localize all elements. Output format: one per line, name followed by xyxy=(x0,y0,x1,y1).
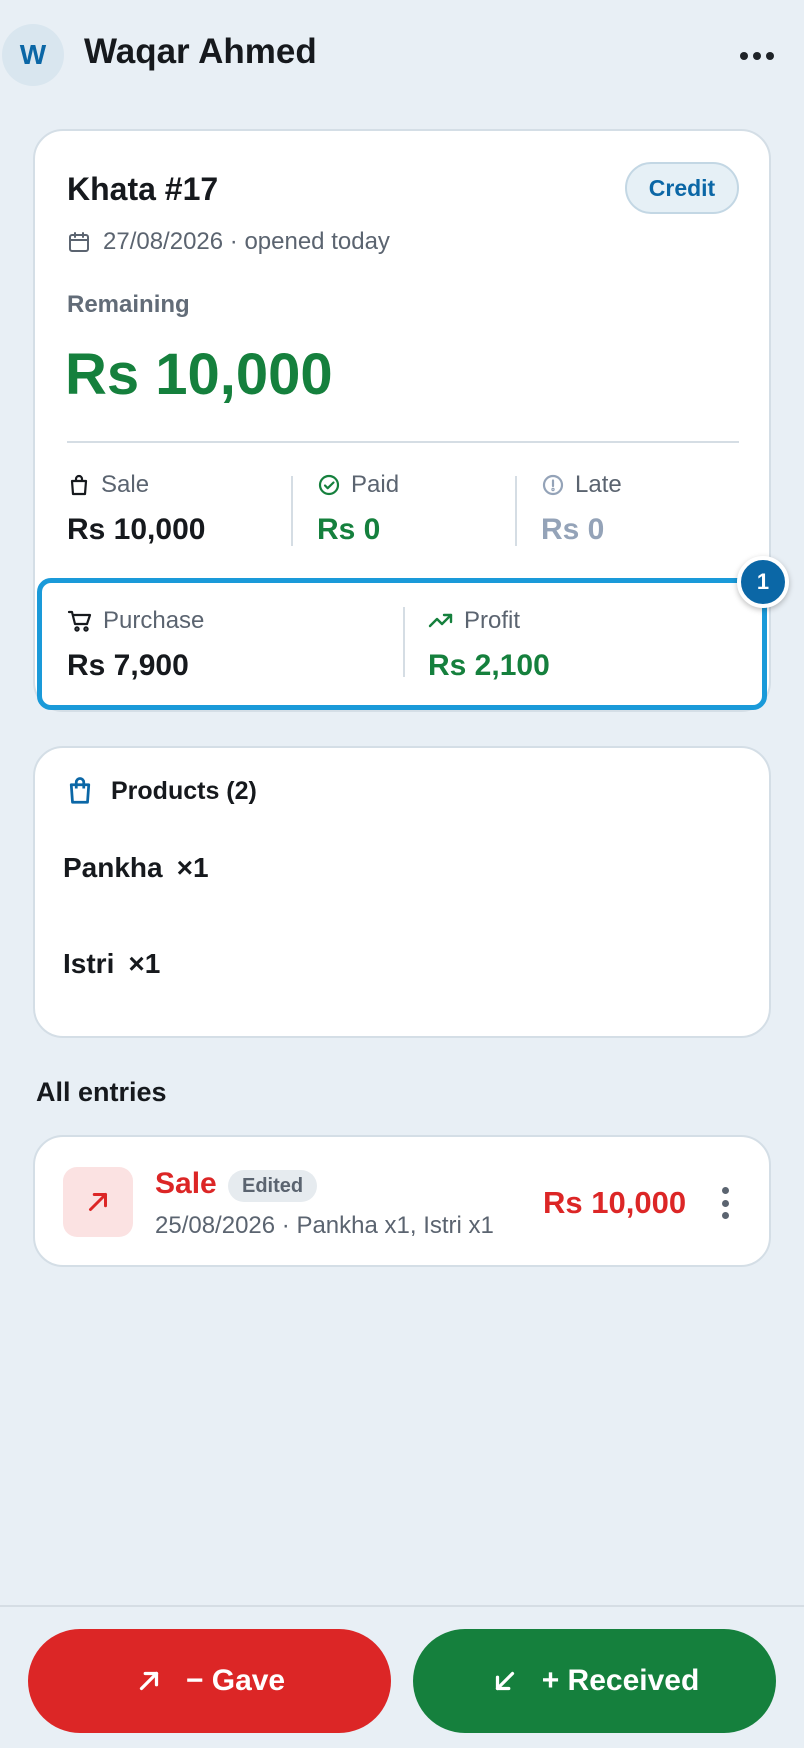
stat-paid-value: Rs 0 xyxy=(317,513,381,546)
entry-type-icon xyxy=(63,1167,133,1237)
product-qty: ×1 xyxy=(176,852,209,883)
profit-highlight-box[interactable]: Purchase Rs 7,900 Profit Rs 2,100 xyxy=(37,578,767,710)
products-header: Products (2) xyxy=(65,776,257,806)
profit-value: Rs 2,100 xyxy=(428,649,550,682)
remaining-value: Rs 10,000 xyxy=(65,342,333,407)
product-name: Istri xyxy=(63,948,115,979)
trending-up-icon xyxy=(428,613,453,628)
product-qty: ×1 xyxy=(128,948,161,979)
stat-separator xyxy=(403,607,405,677)
credit-badge[interactable]: Credit xyxy=(625,162,739,214)
entry-amount: Rs 10,000 xyxy=(543,1185,687,1220)
stat-late-label: Late xyxy=(575,471,622,498)
entry-type: Sale xyxy=(155,1167,217,1200)
stat-paid-label: Paid xyxy=(351,471,400,498)
received-button[interactable]: + Received xyxy=(413,1629,776,1733)
step-badge: 1 xyxy=(737,556,789,608)
khata-title: Khata #17 xyxy=(67,171,219,207)
shopping-bag-icon xyxy=(69,777,91,804)
stat-profit: Profit Rs 2,100 xyxy=(428,607,550,683)
shopping-bag-icon xyxy=(70,474,88,496)
top-bar: W Waqar Ahmed xyxy=(0,0,804,112)
gave-button[interactable]: − Gave xyxy=(28,1629,391,1733)
arrow-up-right-icon xyxy=(89,1193,107,1211)
remaining-label: Remaining xyxy=(67,291,190,318)
khata-date-row: 27/08/2026 · opened today xyxy=(67,228,390,256)
stat-late-value: Rs 0 xyxy=(541,513,605,546)
gave-button-label: − Gave xyxy=(185,1664,286,1697)
entry-meta: 25/08/2026 · Pankha x1, Istri x1 xyxy=(155,1212,494,1239)
divider xyxy=(67,441,739,443)
stat-separator xyxy=(291,476,293,546)
stat-sale: Sale Rs 10,000 xyxy=(67,471,205,547)
stat-purchase: Purchase Rs 7,900 xyxy=(67,607,204,683)
more-vertical-icon xyxy=(721,1187,729,1194)
product-name: Pankha xyxy=(63,852,163,883)
products-card: Products (2) Pankha ×1 Istri ×1 xyxy=(33,746,771,1038)
cart-icon xyxy=(67,610,92,632)
calendar-icon xyxy=(69,232,89,252)
entry-more-button[interactable] xyxy=(717,1183,733,1223)
product-item[interactable]: Istri ×1 xyxy=(63,948,160,980)
purchase-label: Purchase xyxy=(103,607,205,634)
more-vertical-icon-dot xyxy=(721,1212,729,1219)
more-horizontal-icon-dot xyxy=(753,52,761,60)
check-circle-icon xyxy=(318,474,340,496)
bottom-action-bar: − Gave + Received xyxy=(0,1605,804,1748)
stat-late: Late Rs 0 xyxy=(541,471,622,547)
khata-date: 27/08/2026 · opened today xyxy=(103,228,390,255)
arrow-down-left-icon xyxy=(495,1671,514,1691)
profit-label: Profit xyxy=(464,607,521,634)
purchase-value: Rs 7,900 xyxy=(67,649,189,682)
arrow-up-right-icon xyxy=(139,1671,158,1691)
alert-circle-icon xyxy=(542,474,564,496)
received-button-label: + Received xyxy=(541,1664,700,1697)
stat-sale-label: Sale xyxy=(101,471,150,498)
stat-sale-value: Rs 10,000 xyxy=(67,513,206,546)
stat-separator xyxy=(515,476,517,546)
products-heading: Products (2) xyxy=(111,776,257,805)
more-horizontal-icon xyxy=(740,52,748,60)
avatar[interactable]: W xyxy=(2,24,64,86)
more-horizontal-icon-dot xyxy=(766,52,774,60)
entry-row[interactable]: Sale Edited 25/08/2026 · Pankha x1, Istr… xyxy=(33,1135,771,1267)
khata-summary-card: Khata #17 Credit 27/08/2026 · opened tod… xyxy=(33,129,771,712)
stat-paid: Paid Rs 0 xyxy=(317,471,399,547)
product-item[interactable]: Pankha ×1 xyxy=(63,852,209,884)
edited-badge: Edited xyxy=(228,1170,318,1202)
entries-heading: All entries xyxy=(36,1077,167,1107)
customer-name: Waqar Ahmed xyxy=(84,32,317,71)
more-options-button[interactable] xyxy=(733,36,781,76)
more-vertical-icon-dot xyxy=(721,1199,729,1207)
